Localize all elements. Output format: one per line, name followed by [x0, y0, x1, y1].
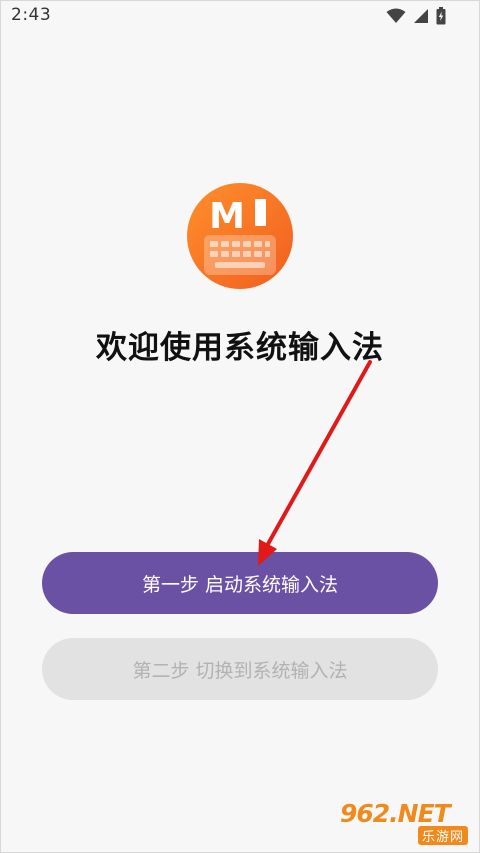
battery-charging-icon [436, 7, 446, 25]
welcome-title: 欢迎使用系统输入法 [96, 330, 384, 366]
annotation-arrow [258, 360, 372, 566]
step1-enable-ime-button[interactable]: 第一步 启动系统输入法 [42, 552, 438, 614]
app-logo: M [187, 183, 293, 289]
step2-switch-ime-button[interactable]: 第二步 切换到系统输入法 [42, 638, 438, 700]
watermark-sub: 乐游网 [417, 826, 468, 845]
status-bar: 2:43 [0, 0, 480, 32]
logo-letter: M [209, 196, 245, 237]
watermark-logo: 962.NET 乐游网 [340, 799, 472, 845]
screen-frame [0, 0, 480, 853]
wifi-icon [386, 8, 406, 24]
status-icons [386, 7, 446, 25]
step2-label: 第二步 切换到系统输入法 [132, 659, 348, 682]
keyboard-icon [204, 235, 276, 275]
watermark-main: 962.NET [340, 799, 451, 828]
step1-label: 第一步 启动系统输入法 [141, 573, 339, 596]
status-time: 2:43 [11, 5, 52, 25]
cellular-signal-icon [413, 8, 429, 24]
